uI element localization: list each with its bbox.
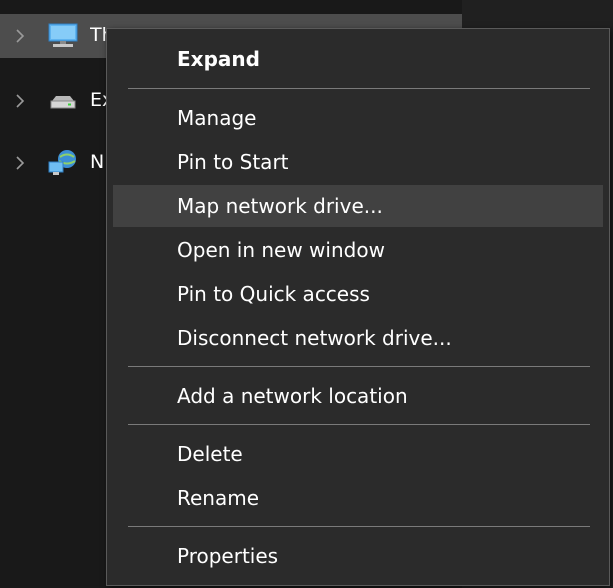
menu-item-add-network-location[interactable]: Add a network location <box>113 375 603 417</box>
drive-icon <box>50 96 76 109</box>
computer-icon <box>48 23 78 47</box>
menu-separator <box>128 88 590 89</box>
network-icon <box>48 150 76 175</box>
menu-item-map-network-drive[interactable]: Map network drive... <box>113 185 603 227</box>
chevron-right-icon[interactable] <box>14 154 26 172</box>
menu-separator <box>128 424 590 425</box>
menu-item-delete[interactable]: Delete <box>113 433 603 475</box>
context-menu: Expand Manage Pin to Start Map network d… <box>106 28 610 586</box>
menu-item-open-in-new-window[interactable]: Open in new window <box>113 229 603 271</box>
menu-separator <box>128 526 590 527</box>
chevron-right-icon[interactable] <box>14 92 26 110</box>
menu-item-manage[interactable]: Manage <box>113 97 603 139</box>
menu-item-rename[interactable]: Rename <box>113 477 603 519</box>
chevron-right-icon[interactable] <box>14 27 26 45</box>
menu-item-disconnect-network-drive[interactable]: Disconnect network drive... <box>113 317 603 359</box>
menu-item-expand[interactable]: Expand <box>113 38 603 80</box>
menu-item-pin-to-start[interactable]: Pin to Start <box>113 141 603 183</box>
menu-separator <box>128 366 590 367</box>
menu-item-pin-to-quick-access[interactable]: Pin to Quick access <box>113 273 603 315</box>
menu-item-properties[interactable]: Properties <box>113 535 603 577</box>
